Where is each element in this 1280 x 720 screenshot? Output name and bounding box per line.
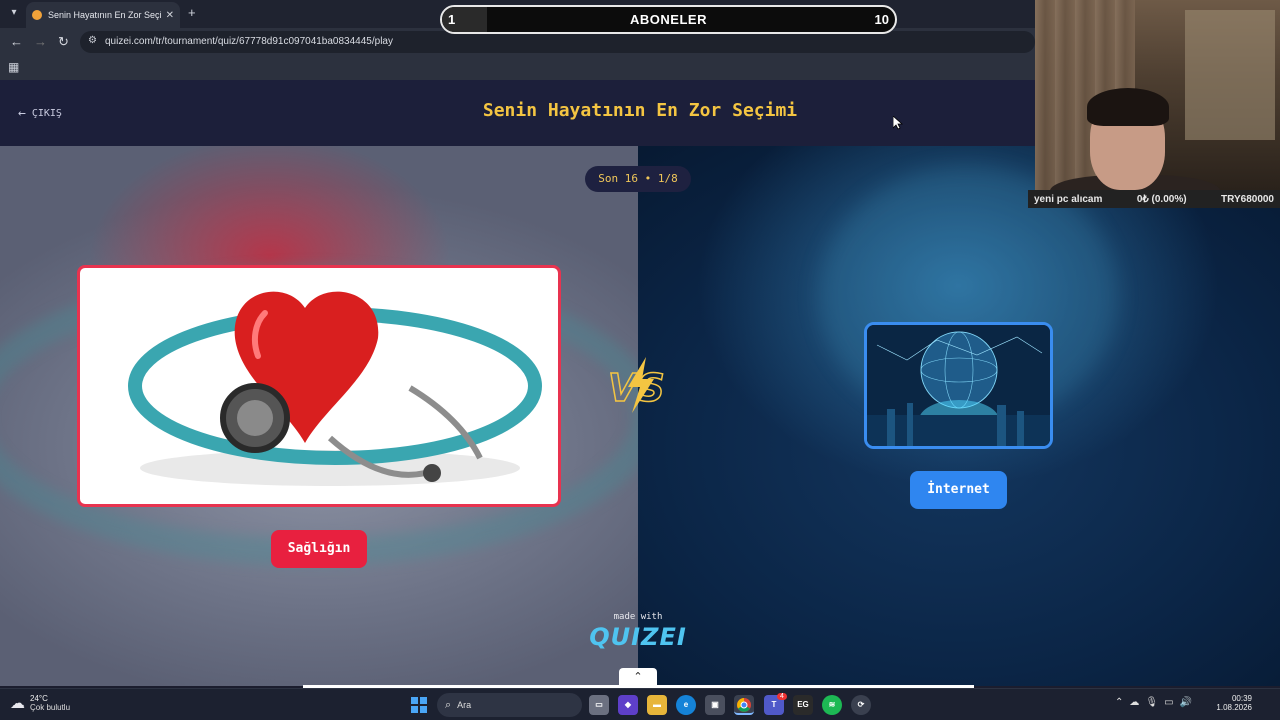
epic-games-icon[interactable]: EG bbox=[793, 695, 813, 715]
subscriber-goal-bar: 1 ABONELER 10 bbox=[440, 5, 897, 34]
choice-label-right[interactable]: İnternet bbox=[910, 471, 1007, 509]
versus-lightning-icon: VS bbox=[607, 357, 666, 413]
round-indicator: Son 16 • 1/8 bbox=[585, 166, 691, 192]
made-with-text: made with bbox=[613, 612, 663, 622]
ticker-change: 0₺ (0.00%) bbox=[1136, 193, 1187, 205]
made-with-badge[interactable]: made with QUIZEI bbox=[588, 612, 688, 651]
tab-search-menu-icon[interactable]: ▾ bbox=[6, 5, 22, 21]
search-icon: ⌕ bbox=[445, 698, 452, 711]
ticker-target: TRY680000 bbox=[1221, 193, 1274, 205]
choice-card-left[interactable] bbox=[77, 265, 561, 507]
store-icon[interactable]: ▣ bbox=[705, 695, 725, 715]
site-settings-icon[interactable]: ⚙ bbox=[88, 35, 97, 46]
file-explorer-icon[interactable]: ▬ bbox=[647, 695, 667, 715]
weather-temp: 24°C bbox=[30, 694, 48, 703]
donation-ticker: yeni pc alıcam 0₺ (0.00%) TRY680000 bbox=[1028, 190, 1280, 208]
taskbar-clock[interactable]: 00:39 1.08.2026 bbox=[1214, 694, 1252, 712]
choice-card-right[interactable] bbox=[864, 322, 1053, 449]
start-menu-icon[interactable] bbox=[411, 697, 427, 713]
taskbar-search[interactable]: ⌕ Ara bbox=[437, 693, 582, 717]
apps-grid-icon[interactable]: ▦ bbox=[8, 60, 19, 74]
edge-icon[interactable]: e bbox=[676, 695, 696, 715]
teams-badge: 4 bbox=[777, 693, 787, 700]
webcam-window bbox=[1185, 10, 1275, 140]
search-text: Ara bbox=[457, 700, 472, 710]
task-view-icon[interactable]: ▭ bbox=[589, 695, 609, 715]
chrome-icon[interactable] bbox=[734, 695, 754, 715]
ticker-label: yeni pc alıcam bbox=[1034, 193, 1103, 205]
choice-label-left[interactable]: Sağlığın bbox=[271, 530, 367, 568]
reload-icon[interactable]: ↻ bbox=[58, 34, 69, 50]
heart-stethoscope-image bbox=[128, 291, 542, 486]
spotify-icon[interactable]: ≋ bbox=[822, 695, 842, 715]
url-text: quizei.com/tr/tournament/quiz/67778d91c0… bbox=[105, 36, 393, 47]
weather-desc: Çok bulutlu bbox=[30, 703, 71, 712]
quizei-logo: QUIZEI bbox=[589, 623, 687, 651]
system-tray[interactable]: ⌃☁🎙▭🔊 bbox=[1115, 697, 1198, 708]
windows-taskbar: ☁ 24°C Çok bulutlu ⌕ Ara ▭ ◆ ▬ e ▣ T 4 E… bbox=[0, 688, 1280, 720]
tab-close-icon[interactable]: ✕ bbox=[166, 10, 174, 21]
favicon-icon bbox=[32, 10, 42, 20]
tab-title: Senin Hayatının En Zor Seçimi bbox=[48, 10, 162, 20]
back-arrow-icon[interactable]: ← bbox=[10, 34, 23, 50]
url-field[interactable]: ⚙ quizei.com/tr/tournament/quiz/67778d91… bbox=[80, 31, 1035, 53]
webcam-person-hair bbox=[1087, 88, 1169, 126]
clock-date: 1.08.2026 bbox=[1216, 703, 1252, 712]
webcam-overlay bbox=[1035, 0, 1280, 190]
mouse-cursor-icon bbox=[893, 116, 903, 130]
weather-widget[interactable]: ☁ 24°C Çok bulutlu bbox=[10, 694, 70, 712]
goal-target: 10 bbox=[874, 12, 889, 27]
app-icon[interactable]: ⟳ bbox=[851, 695, 871, 715]
clock-time: 00:39 bbox=[1231, 694, 1252, 703]
microsoft365-icon[interactable]: ◆ bbox=[618, 695, 638, 715]
digital-globe-city-image bbox=[867, 325, 1050, 446]
forward-arrow-icon[interactable]: → bbox=[34, 34, 47, 50]
goal-title: ABONELER bbox=[630, 12, 707, 27]
new-tab-icon[interactable]: + bbox=[188, 5, 196, 21]
browser-tab[interactable]: Senin Hayatının En Zor Seçimi ✕ bbox=[26, 2, 180, 28]
expand-up-icon[interactable]: ⌃ bbox=[619, 668, 657, 686]
cloud-icon: ☁ bbox=[10, 695, 25, 712]
